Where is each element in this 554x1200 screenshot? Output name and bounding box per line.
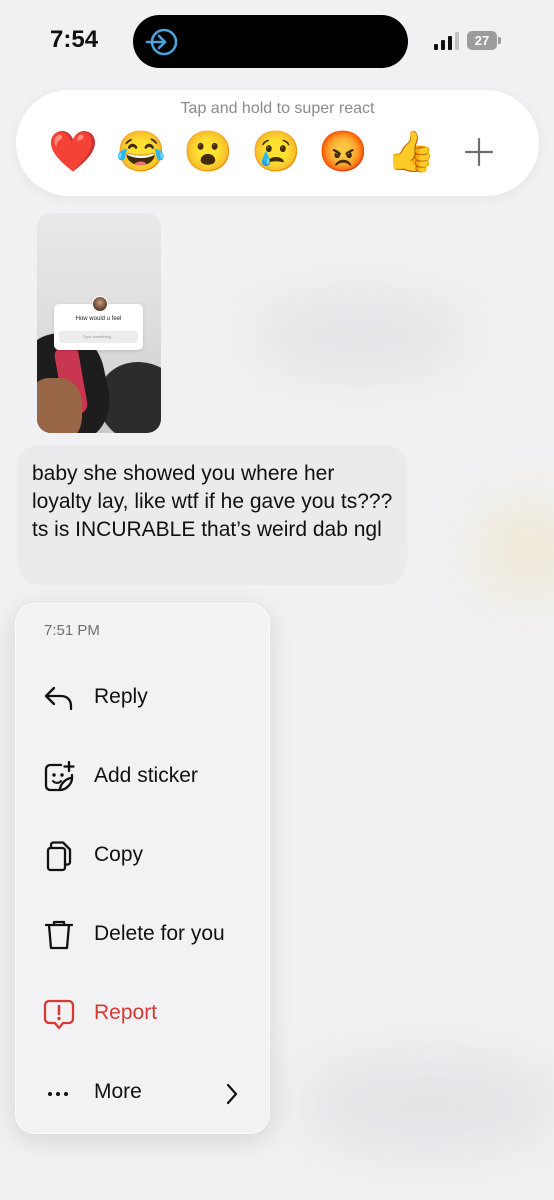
trash-icon: [44, 920, 74, 950]
status-time: 7:54: [50, 26, 99, 53]
menu-item-more[interactable]: More: [16, 1062, 269, 1122]
menu-label-reply: Reply: [94, 685, 148, 708]
message-timestamp: 7:51 PM: [44, 622, 100, 639]
battery-level: 27: [467, 31, 497, 50]
thumbs-up-reaction[interactable]: 👍: [386, 128, 436, 176]
menu-item-reply[interactable]: Reply: [16, 667, 269, 727]
laugh-reaction[interactable]: 😂: [116, 128, 166, 176]
reaction-bar: Tap and hold to super react ❤️ 😂 😮 😢 😡 👍: [16, 90, 539, 196]
copy-icon: [46, 841, 72, 872]
reply-icon: [44, 686, 73, 711]
avatar: [92, 296, 108, 312]
message-bubble[interactable]: baby she showed you where her loyalty la…: [17, 445, 407, 585]
menu-item-delete[interactable]: Delete for you: [16, 904, 269, 964]
shared-story-thumbnail[interactable]: How would u feel Type something...: [37, 213, 161, 433]
report-icon: [43, 999, 75, 1030]
menu-item-report[interactable]: Report: [16, 983, 269, 1043]
menu-label-report: Report: [94, 1001, 158, 1024]
menu-label-delete: Delete for you: [94, 922, 225, 945]
heart-reaction[interactable]: ❤️: [48, 128, 98, 176]
message-context-menu: 7:51 PM Reply Add sticker Copy Delete fo…: [15, 603, 270, 1134]
sticker-icon: [44, 760, 75, 792]
wow-reaction[interactable]: 😮: [183, 128, 233, 176]
angry-reaction[interactable]: 😡: [318, 128, 368, 176]
menu-label-copy: Copy: [94, 843, 144, 866]
question-input: Type something...: [59, 331, 138, 343]
more-icon: [48, 1092, 68, 1096]
add-reaction-icon[interactable]: [459, 132, 499, 172]
sad-reaction[interactable]: 😢: [251, 128, 301, 176]
sign-in-icon: [145, 28, 178, 56]
menu-label-more: More: [94, 1080, 142, 1103]
menu-item-add-sticker[interactable]: Add sticker: [16, 746, 269, 806]
reaction-hint: Tap and hold to super react: [180, 100, 375, 117]
signal-icon: [434, 32, 459, 50]
menu-label-add-sticker: Add sticker: [94, 764, 198, 787]
menu-item-copy[interactable]: Copy: [16, 825, 269, 885]
dynamic-island: [133, 15, 408, 68]
question-sticker: How would u feel Type something...: [54, 296, 143, 350]
battery-icon: 27: [467, 31, 501, 50]
chevron-right-icon: [226, 1083, 238, 1105]
question-text: How would u feel: [75, 316, 122, 322]
